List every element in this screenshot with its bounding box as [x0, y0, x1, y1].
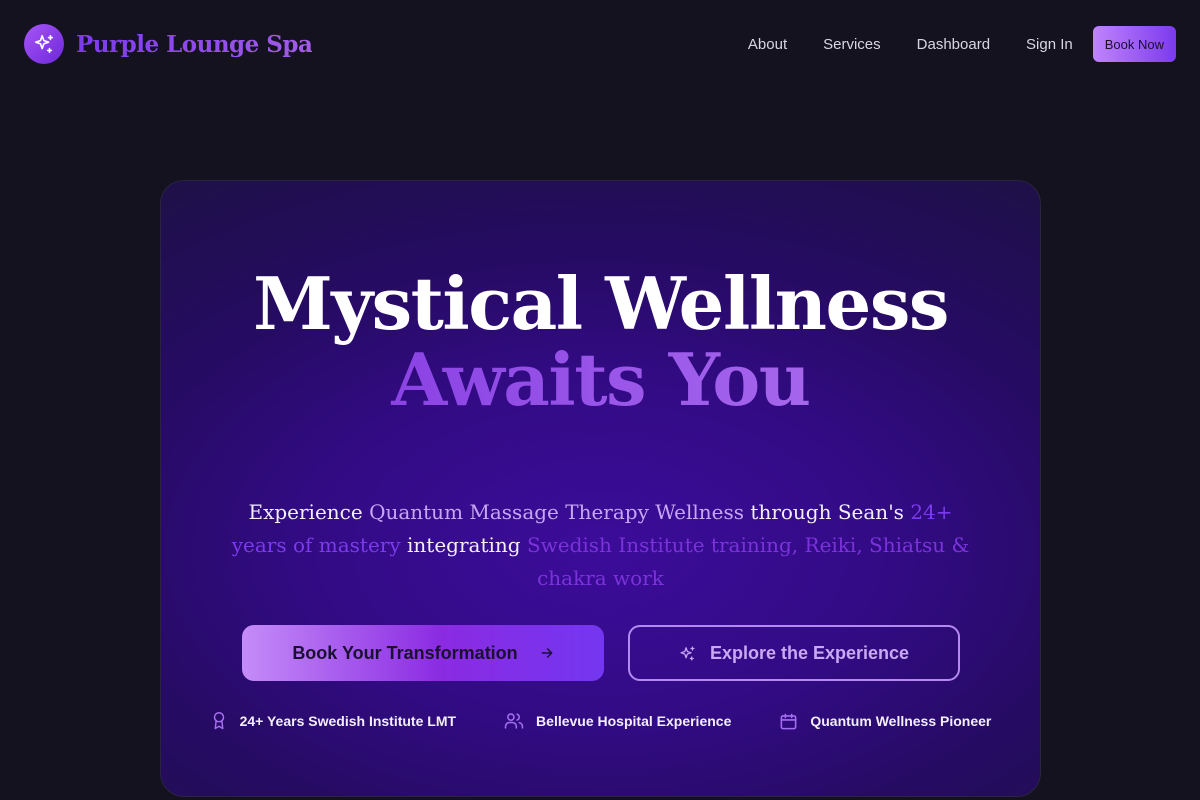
calendar-icon — [779, 712, 798, 731]
arrow-right-icon — [540, 646, 554, 660]
subtitle-highlight: Swedish Institute training, Reiki, Shiat… — [526, 533, 970, 590]
book-transformation-button[interactable]: Book Your Transformation — [242, 625, 604, 681]
subtitle-text: integrating — [400, 533, 527, 557]
sparkles-icon — [24, 24, 64, 64]
hero-title-line-2: Awaits You — [161, 337, 1040, 422]
nav-dashboard[interactable]: Dashboard — [917, 36, 990, 53]
hero-card: Mystical Wellness Awaits You Experience … — [160, 180, 1041, 797]
subtitle-text: through Sean's — [744, 500, 911, 524]
book-transformation-label: Book Your Transformation — [292, 642, 518, 663]
site-header: Purple Lounge Spa About Services Dashboa… — [0, 0, 1200, 88]
book-now-button[interactable]: Book Now — [1092, 26, 1176, 62]
subtitle-text: Experience — [248, 500, 370, 524]
hero-title-line-1: Mystical Wellness — [253, 261, 949, 346]
explore-experience-label: Explore the Experience — [709, 642, 910, 663]
nav-services[interactable]: Services — [823, 36, 881, 53]
subtitle-highlight: Quantum Massage Therapy Wellness — [369, 500, 745, 524]
credential-badges: 24+ Years Swedish Institute LMT Bellevue… — [161, 711, 1040, 731]
award-icon — [210, 711, 228, 731]
badge-label: Quantum Wellness Pioneer — [810, 713, 992, 729]
brand[interactable]: Purple Lounge Spa — [24, 24, 313, 64]
badge-label: 24+ Years Swedish Institute LMT — [239, 713, 457, 729]
hero-subtitle: Experience Quantum Massage Therapy Welln… — [221, 496, 980, 595]
users-icon — [504, 712, 524, 730]
main-nav: About Services Dashboard Sign In Book No… — [748, 26, 1176, 62]
explore-experience-button[interactable]: Explore the Experience — [628, 625, 960, 681]
badge-label: Bellevue Hospital Experience — [536, 713, 732, 729]
sparkles-icon — [679, 645, 696, 662]
badge-quantum-wellness: Quantum Wellness Pioneer — [779, 711, 991, 731]
nav-sign-in[interactable]: Sign In — [1026, 36, 1073, 53]
badge-bellevue: Bellevue Hospital Experience — [504, 711, 731, 731]
badge-swedish-institute: 24+ Years Swedish Institute LMT — [210, 711, 456, 731]
nav-about[interactable]: About — [748, 36, 787, 53]
brand-name: Purple Lounge Spa — [76, 30, 313, 58]
